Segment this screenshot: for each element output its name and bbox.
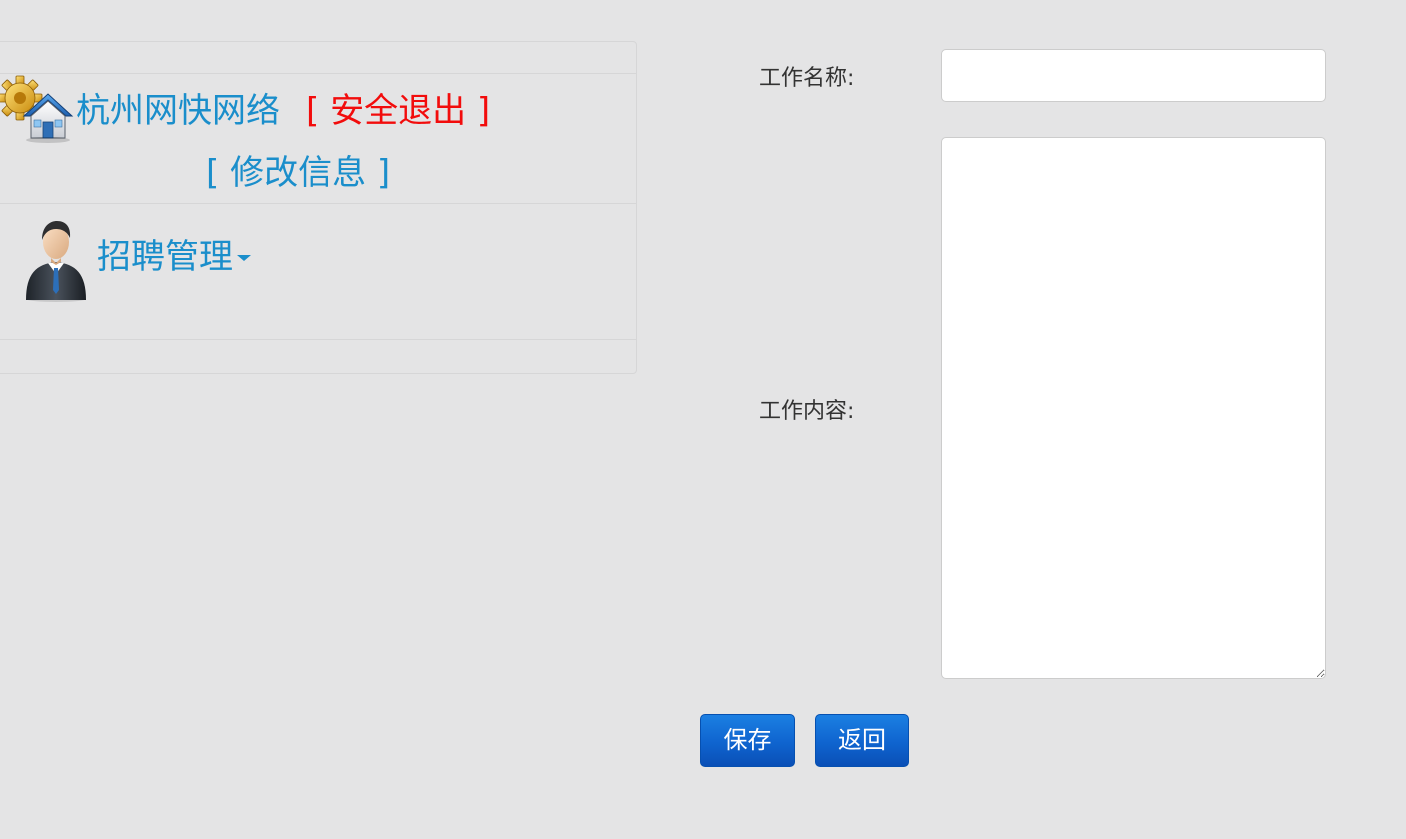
site-name-link[interactable]: 杭州网快网络: [76, 88, 280, 134]
divider: [0, 73, 636, 74]
divider: [0, 339, 636, 340]
gear-house-icon: [0, 75, 74, 143]
edit-info-link[interactable]: [ 修改信息 ]: [206, 150, 390, 196]
job-content-label: 工作内容:: [759, 399, 855, 424]
job-name-label: 工作名称:: [759, 66, 855, 91]
businessman-avatar-icon: [26, 221, 86, 302]
logout-link[interactable]: [ 安全退出 ]: [306, 88, 490, 134]
recruitment-menu-label: 招聘管理: [97, 237, 233, 277]
save-button[interactable]: 保存: [700, 714, 795, 767]
caret-down-icon: [237, 255, 251, 261]
job-name-input[interactable]: [941, 49, 1326, 102]
divider: [0, 203, 636, 204]
job-content-textarea[interactable]: [941, 137, 1326, 679]
back-button[interactable]: 返回: [815, 714, 909, 767]
recruitment-menu-toggle[interactable]: 招聘管理: [97, 234, 251, 280]
